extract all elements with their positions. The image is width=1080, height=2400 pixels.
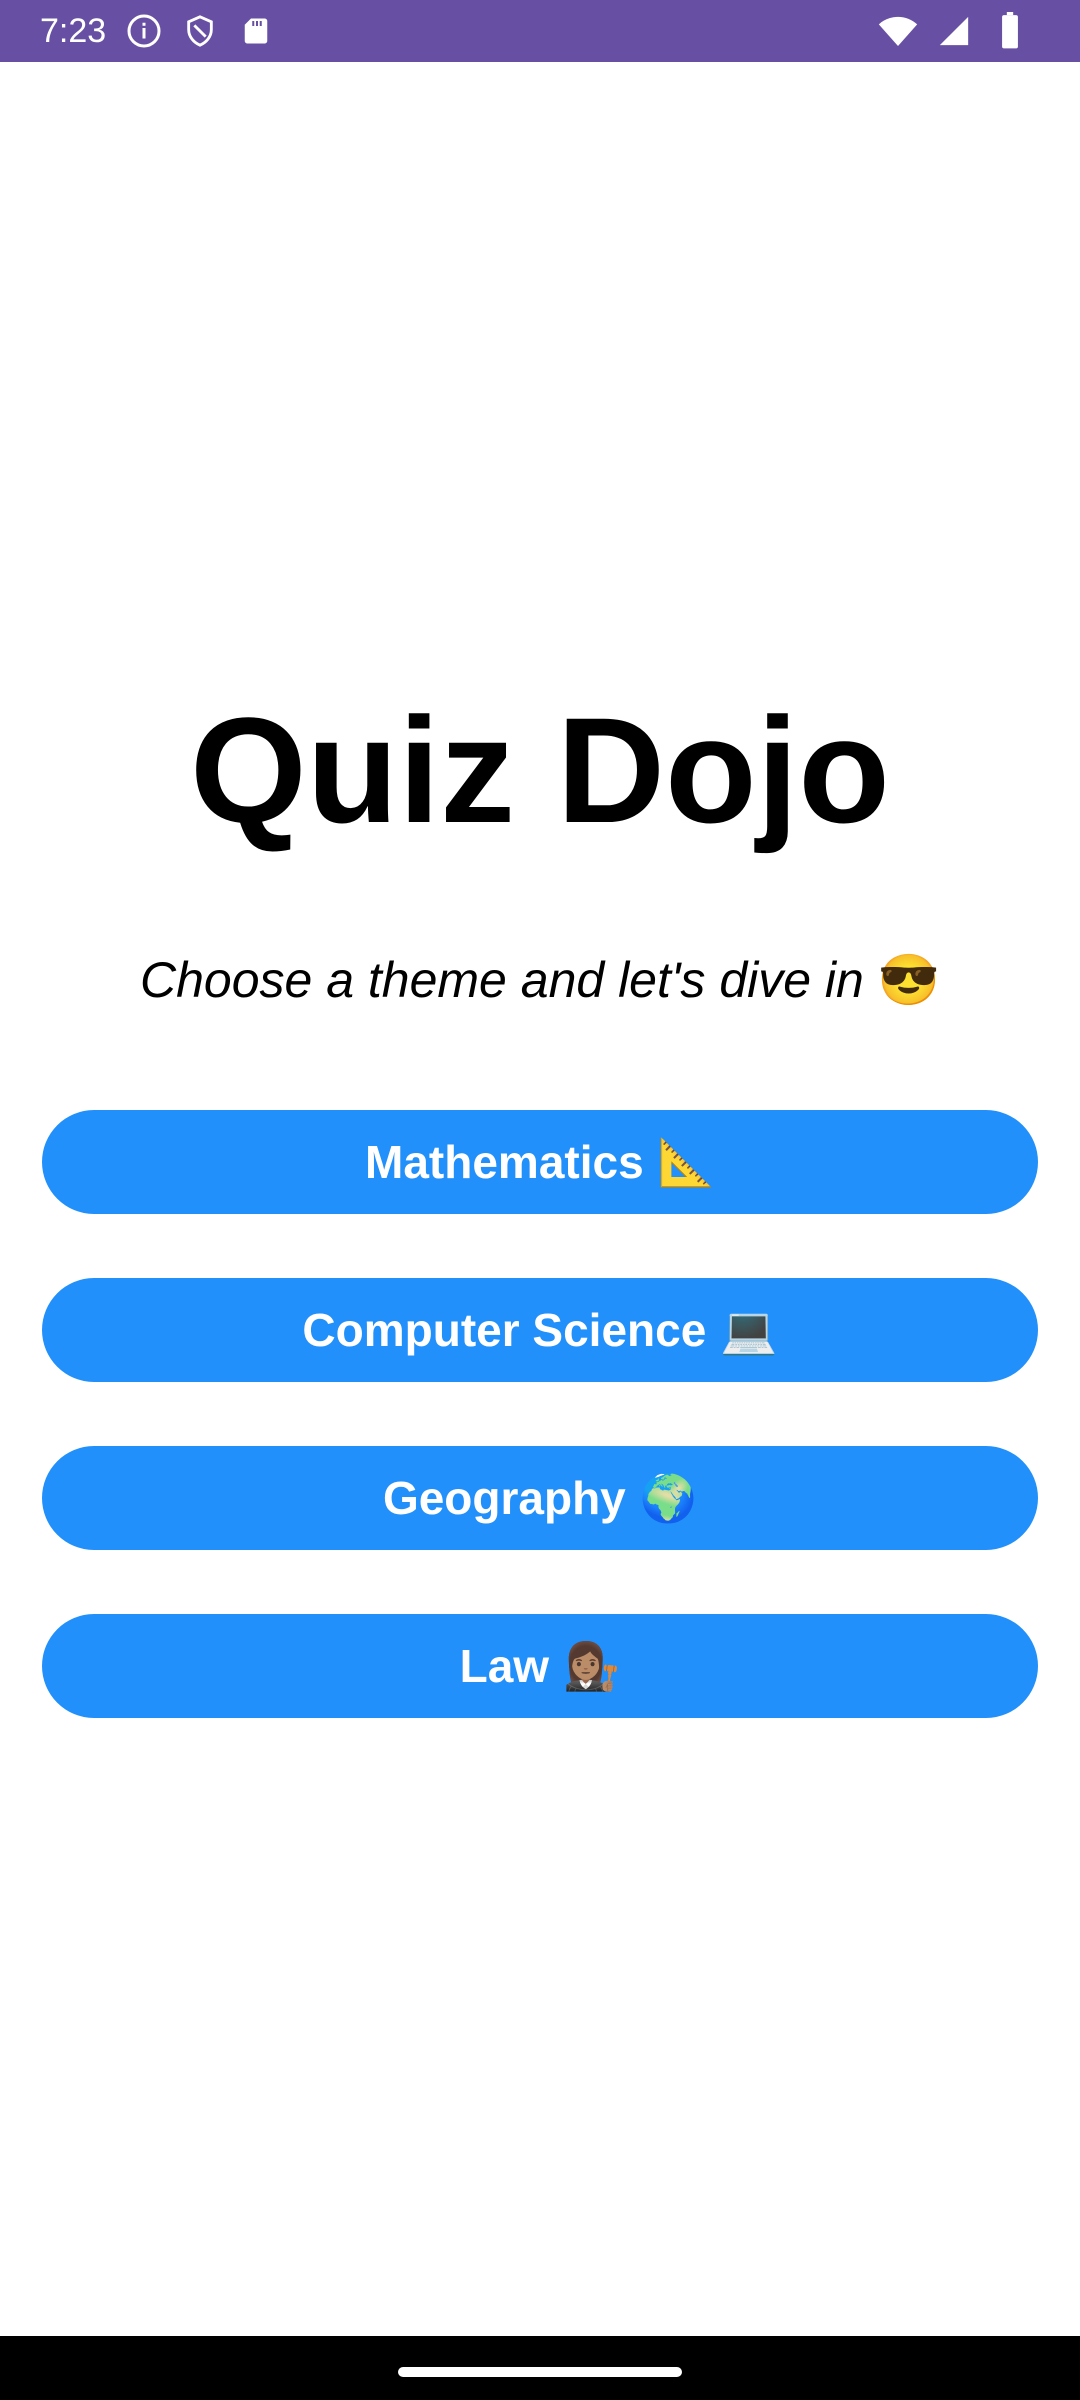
home-gesture-handle[interactable] [398,2367,682,2377]
theme-button-geography[interactable]: Geography 🌍 [42,1446,1038,1550]
status-bar: 7:23 [0,0,1080,62]
laptop-icon: 💻 [720,1303,778,1356]
theme-button-label: Geography [382,1472,626,1524]
theme-button-label: Mathematics [365,1136,644,1188]
battery-icon [990,11,1030,51]
signal-icon [934,11,974,51]
sunglasses-emoji-icon: 😎 [877,952,941,1008]
app-title: Quiz Dojo [190,686,890,854]
subtitle: Choose a theme and let's dive in 😎 [0,945,1080,1015]
shield-icon [180,11,220,51]
info-icon [124,11,164,51]
sd-card-icon [236,11,276,51]
theme-button-mathematics[interactable]: Mathematics 📐 [42,1110,1038,1214]
status-right-icons [872,11,1040,51]
globe-icon: 🌍 [639,1471,698,1524]
theme-button-law[interactable]: Law 👩🏽‍⚖️ [42,1614,1038,1718]
triangular-ruler-icon: 📐 [657,1135,715,1188]
theme-button-label: Law [459,1640,550,1692]
theme-button-label: Computer Science [302,1304,707,1356]
judge-icon: 👩🏽‍⚖️ [563,1639,621,1692]
subtitle-text: Choose a theme and let's dive in [139,952,864,1008]
status-time: 7:23 [40,11,107,50]
theme-button-computer-science[interactable]: Computer Science 💻 [42,1278,1038,1382]
wifi-icon [878,11,918,51]
